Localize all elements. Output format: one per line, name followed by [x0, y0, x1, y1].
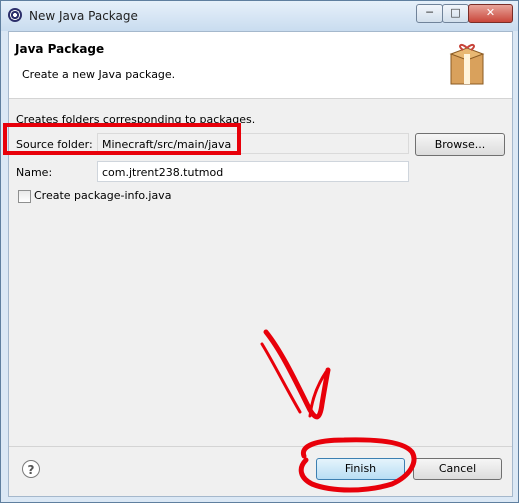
- header-banner: Java Package Create a new Java package.: [9, 32, 512, 99]
- close-button[interactable]: ✕: [468, 4, 513, 23]
- name-highlight-box: [3, 123, 241, 155]
- title-bar[interactable]: New Java Package ─ □ ✕: [1, 1, 518, 31]
- finish-button[interactable]: Finish: [316, 458, 405, 480]
- dialog-window: New Java Package ─ □ ✕ Java Package Crea…: [0, 0, 519, 503]
- maximize-button[interactable]: □: [442, 4, 469, 23]
- name-input[interactable]: com.jtrent238.tutmod: [97, 161, 409, 182]
- browse-button[interactable]: Browse...: [415, 133, 505, 156]
- page-title: Java Package: [15, 42, 105, 56]
- eclipse-app-icon: [8, 8, 22, 22]
- package-info-label[interactable]: Create package-info.java: [34, 189, 171, 202]
- minimize-button[interactable]: ─: [416, 4, 443, 23]
- package-icon: [449, 43, 485, 85]
- dialog-body: Java Package Create a new Java package. …: [8, 31, 513, 497]
- page-description: Create a new Java package.: [22, 68, 176, 81]
- window-title: New Java Package: [29, 9, 138, 23]
- package-info-checkbox[interactable]: [18, 190, 31, 203]
- help-icon[interactable]: ?: [22, 460, 40, 478]
- footer-divider: [9, 446, 512, 447]
- cancel-button[interactable]: Cancel: [413, 458, 502, 480]
- name-label: Name:: [16, 166, 53, 179]
